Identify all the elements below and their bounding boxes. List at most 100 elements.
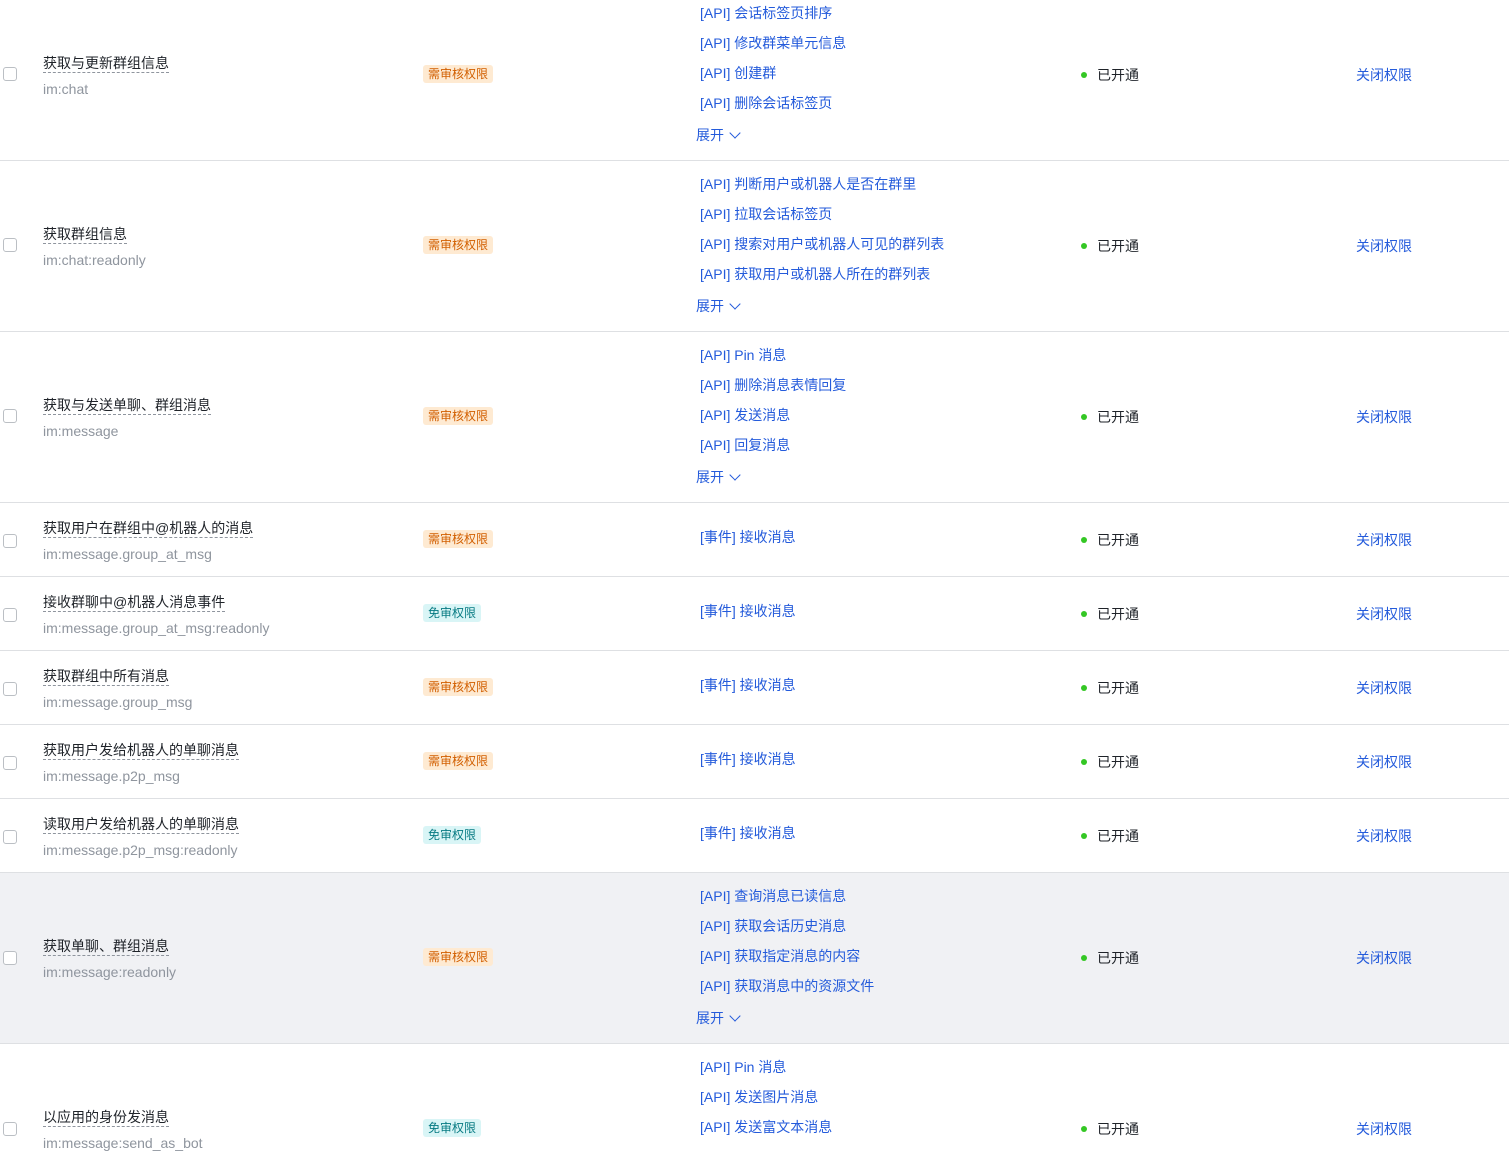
status-dot-icon [1081,72,1087,78]
close-permission-link[interactable]: 关闭权限 [1356,237,1412,255]
api-link[interactable]: [API] 获取用户或机器人所在的群列表 [700,265,930,283]
row-checkbox[interactable] [3,409,17,423]
chevron-down-icon [729,469,741,481]
chevron-down-icon [729,127,741,139]
api-link[interactable]: [API] 发送消息 [700,406,790,424]
permission-scope: im:chat [43,81,89,97]
row-checkbox[interactable] [3,534,17,548]
close-permission-link[interactable]: 关闭权限 [1356,827,1412,845]
status-indicator: 已开通 [1081,949,1139,967]
api-link[interactable]: [API] 发送图片消息 [700,1088,818,1106]
expand-toggle[interactable]: 展开 [696,1009,741,1027]
permission-name[interactable]: 获取用户在群组中@机器人的消息 [43,519,254,538]
permission-name[interactable]: 获取单聊、群组消息 [43,937,169,956]
status-dot-icon [1081,833,1087,839]
event-link[interactable]: [事件] 接收消息 [700,602,796,620]
expand-toggle[interactable]: 展开 [696,297,741,315]
close-permission-link[interactable]: 关闭权限 [1356,679,1412,697]
api-link[interactable]: [API] 发送富文本消息 [700,1118,832,1136]
row-checkbox[interactable] [3,67,17,81]
status-label: 已开通 [1097,67,1139,83]
status-dot-icon [1081,1126,1087,1132]
permission-name[interactable]: 读取用户发给机器人的单聊消息 [43,815,239,834]
table-row: 读取用户发给机器人的单聊消息 im:message.p2p_msg:readon… [0,799,1509,873]
row-checkbox[interactable] [3,608,17,622]
api-link[interactable]: [API] 创建群 [700,64,776,82]
api-link[interactable]: [API] 查询消息已读信息 [700,887,846,905]
expand-toggle[interactable]: 展开 [696,468,741,486]
review-tag: 需审核权限 [423,65,494,83]
permission-scope: im:message.p2p_msg [43,768,180,784]
status-indicator: 已开通 [1081,827,1139,845]
permission-scope: im:message.group_msg [43,694,193,710]
row-checkbox[interactable] [3,951,17,965]
permission-name[interactable]: 获取与发送单聊、群组消息 [43,396,211,415]
permission-table: 获取与更新群组信息 im:chat 需审核权限 [API] 会话标签页排序 [A… [0,0,1509,1151]
status-indicator: 已开通 [1081,531,1139,549]
expand-toggle[interactable]: 展开 [696,126,741,144]
api-link[interactable]: [API] 获取会话历史消息 [700,917,846,935]
close-permission-link[interactable]: 关闭权限 [1356,66,1412,84]
api-link[interactable]: [API] 判断用户或机器人是否在群里 [700,175,916,193]
row-checkbox[interactable] [3,756,17,770]
api-link[interactable]: [API] Pin 消息 [700,346,786,364]
api-link[interactable]: [API] 搜索对用户或机器人可见的群列表 [700,235,944,253]
table-row: 获取用户在群组中@机器人的消息 im:message.group_at_msg … [0,503,1509,577]
table-row: 以应用的身份发消息 im:message:send_as_bot 免审权限 [A… [0,1044,1509,1151]
permission-name[interactable]: 获取群组中所有消息 [43,667,169,686]
event-link[interactable]: [事件] 接收消息 [700,750,796,768]
row-checkbox[interactable] [3,682,17,696]
status-indicator: 已开通 [1081,408,1139,426]
permission-name[interactable]: 以应用的身份发消息 [43,1108,169,1127]
status-dot-icon [1081,955,1087,961]
table-row: 获取群组信息 im:chat:readonly 需审核权限 [API] 判断用户… [0,161,1509,332]
row-checkbox[interactable] [3,830,17,844]
status-indicator: 已开通 [1081,237,1139,255]
api-link[interactable]: [API] 会话标签页排序 [700,4,832,22]
row-checkbox[interactable] [3,1122,17,1136]
api-link[interactable]: [API] Pin 消息 [700,1058,786,1076]
chevron-down-icon [729,298,741,310]
api-link[interactable]: [API] 回复消息 [700,436,790,454]
status-dot-icon [1081,414,1087,420]
permission-name[interactable]: 获取群组信息 [43,225,127,244]
status-label: 已开通 [1097,754,1139,770]
status-dot-icon [1081,685,1087,691]
status-indicator: 已开通 [1081,753,1139,771]
close-permission-link[interactable]: 关闭权限 [1356,605,1412,623]
review-tag: 需审核权限 [423,236,494,254]
review-tag: 需审核权限 [423,407,494,425]
row-checkbox[interactable] [3,238,17,252]
close-permission-link[interactable]: 关闭权限 [1356,408,1412,426]
expand-label: 展开 [696,469,724,485]
event-link[interactable]: [事件] 接收消息 [700,676,796,694]
close-permission-link[interactable]: 关闭权限 [1356,1120,1412,1138]
expand-label: 展开 [696,298,724,314]
permission-scope: im:message.group_at_msg [43,546,212,562]
status-label: 已开通 [1097,950,1139,966]
close-permission-link[interactable]: 关闭权限 [1356,753,1412,771]
status-dot-icon [1081,243,1087,249]
status-label: 已开通 [1097,680,1139,696]
api-link[interactable]: [API] 拉取会话标签页 [700,205,832,223]
permission-scope: im:message:readonly [43,964,177,980]
close-permission-link[interactable]: 关闭权限 [1356,949,1412,967]
permission-name[interactable]: 获取与更新群组信息 [43,54,169,73]
free-tag: 免审权限 [423,826,482,844]
event-link[interactable]: [事件] 接收消息 [700,528,796,546]
permission-scope: im:message [43,423,119,439]
table-row: 获取与更新群组信息 im:chat 需审核权限 [API] 会话标签页排序 [A… [0,0,1509,161]
close-permission-link[interactable]: 关闭权限 [1356,531,1412,549]
table-row: 接收群聊中@机器人消息事件 im:message.group_at_msg:re… [0,577,1509,651]
api-link[interactable]: [API] 删除会话标签页 [700,94,832,112]
permission-name[interactable]: 接收群聊中@机器人消息事件 [43,593,226,612]
api-link[interactable]: [API] 修改群菜单元信息 [700,34,846,52]
expand-label: 展开 [696,127,724,143]
permission-name[interactable]: 获取用户发给机器人的单聊消息 [43,741,239,760]
status-dot-icon [1081,537,1087,543]
api-link[interactable]: [API] 删除消息表情回复 [700,376,846,394]
api-link[interactable]: [API] 获取指定消息的内容 [700,947,860,965]
api-link[interactable]: [API] 获取消息中的资源文件 [700,977,874,995]
status-indicator: 已开通 [1081,1120,1139,1138]
event-link[interactable]: [事件] 接收消息 [700,824,796,842]
